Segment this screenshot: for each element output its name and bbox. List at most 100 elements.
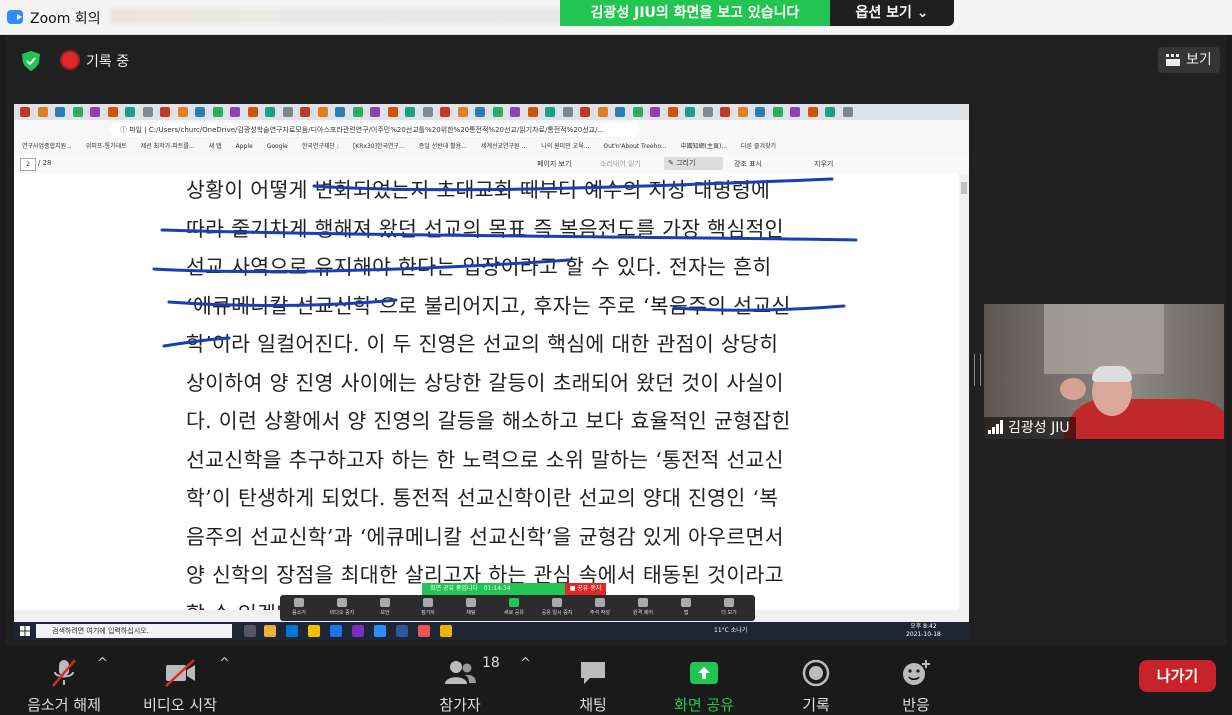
browser-tab[interactable] [107,107,118,117]
browser-tab[interactable] [20,107,30,117]
erase-button[interactable]: 지우기 [814,159,833,169]
browser-tab[interactable] [842,107,853,117]
browser-tab[interactable] [370,107,380,117]
browser-tab[interactable] [597,107,608,117]
browser-tab[interactable] [37,107,48,117]
mini-toolbar-item[interactable]: 채팅 [454,598,488,616]
bookmark-item[interactable]: 종일 선반데 활용... [419,143,467,150]
mini-toolbar-item[interactable]: 보안 [368,598,402,616]
browser-tab[interactable] [440,107,450,117]
browser-tab[interactable] [72,107,83,117]
browser-tab-bar[interactable] [14,104,969,120]
start-video-button[interactable]: 비디오 시작 [136,658,224,715]
bookmark-item[interactable]: 새 탭 [209,143,222,150]
bookmark-item[interactable]: Out'n'About Treeho... [603,143,666,150]
page-view-button[interactable]: 페이지 보기 [537,159,571,169]
browser-tab[interactable] [527,107,538,117]
browser-tab[interactable] [90,107,100,117]
chrome-icon[interactable] [418,625,430,637]
browser-tab[interactable] [720,107,730,117]
mini-toolbar-item[interactable]: 참가자 [411,598,445,616]
highlight-button[interactable]: 강조 표시 [734,159,762,169]
browser-tab[interactable] [702,107,713,117]
taskbar-search-input[interactable]: 검색하려면 여기에 입력하십시오. [36,624,232,638]
kakaotalk-icon[interactable] [308,625,320,637]
pdf-scrollbar[interactable] [959,174,969,614]
browser-tab[interactable] [405,107,415,117]
view-button[interactable]: 보기 [1158,47,1220,73]
browser-tab[interactable] [300,107,310,117]
participants-button[interactable]: 참가자 [430,658,490,715]
bookmark-item[interactable]: 세계선교연구원 ... [481,143,527,150]
windows-start-icon[interactable] [20,626,30,636]
participants-options-chevron-icon[interactable]: ^ [520,656,531,671]
record-button[interactable]: 기록 [791,658,841,715]
browser-tab[interactable] [580,107,590,117]
browser-tab[interactable] [335,107,345,117]
security-shield-icon[interactable] [22,51,40,71]
mini-toolbar-item[interactable]: 원격 제어 [626,598,660,616]
mini-toolbar-item[interactable]: 공유 일시 중지 [540,598,574,616]
browser-tab[interactable] [55,107,65,117]
browser-tab[interactable] [457,107,468,117]
address-input[interactable]: ⓘ 파일 | C:/Users/churc/OneDrive/김광성학술연구자료… [110,123,640,137]
browser-tab[interactable] [195,107,205,117]
browser-tab[interactable] [422,107,433,117]
page-number-input[interactable]: 2 [20,158,36,171]
browser-tab[interactable] [212,107,223,117]
bookmark-item[interactable]: 한국연구재단 : [302,143,339,150]
browser-tab[interactable] [177,107,188,117]
bookmark-item[interactable]: 제션 최저가-파트를... [141,143,195,150]
browser-tab[interactable] [492,107,503,117]
bookmark-item[interactable]: Apple [236,143,253,150]
read-aloud-button[interactable]: 소리내어 읽기 [600,159,641,169]
browser-tab[interactable] [142,107,153,117]
bookmark-item[interactable]: [KRx30]한국연구... [353,143,405,150]
mini-toolbar-item[interactable]: 앱 [669,598,703,616]
browser-tab[interactable] [772,107,783,117]
browser-tab[interactable] [667,107,678,117]
browser-tab[interactable] [825,107,835,117]
video-options-chevron-icon[interactable]: ^ [219,656,230,671]
bookmark-item[interactable]: 연구사업종합지원... [22,143,72,150]
share-screen-button[interactable]: 화면 공유 [667,658,741,715]
browser-tab[interactable] [562,107,573,117]
file-explorer-icon[interactable] [264,625,276,637]
browser-tab[interactable] [685,107,695,117]
mini-toolbar-item[interactable]: 더 보기 [712,598,746,616]
browser-tab[interactable] [510,107,520,117]
leave-meeting-button[interactable]: 나가기 [1139,660,1216,692]
browser-tab[interactable] [650,107,660,117]
browser-tab[interactable] [387,107,398,117]
task-view-icon[interactable] [244,625,256,637]
reactions-button[interactable]: 반응 [891,658,941,715]
browser-tab[interactable] [790,107,800,117]
bookmark-item[interactable]: Google [267,143,288,150]
notes-icon[interactable] [440,625,452,637]
mini-toolbar-item[interactable]: 주석 작성 [583,598,617,616]
bookmark-item[interactable]: 위피프-통가데트 [86,143,127,150]
browser-icon[interactable] [330,625,342,637]
bookmark-item[interactable]: 다른 즐겨찾기 [741,143,776,150]
browser-tab[interactable] [282,107,293,117]
chat-button[interactable]: 채팅 [565,658,621,715]
panel-resize-handle[interactable] [974,354,981,386]
edge-icon[interactable] [286,625,298,637]
browser-tab[interactable] [475,107,485,117]
browser-tab[interactable] [807,107,818,117]
browser-tab[interactable] [247,107,258,117]
browser-tab[interactable] [737,107,748,117]
zoom-taskbar-icon[interactable] [374,625,386,637]
word-icon[interactable] [396,625,408,637]
browser-tab[interactable] [755,107,765,117]
bookmark-item[interactable]: 나의 원미민 교육... [541,143,589,150]
bookmark-item[interactable]: 中國知網(主頁)... [681,143,727,150]
onenote-icon[interactable] [352,625,364,637]
mini-toolbar-item[interactable]: 새로 공유 [497,598,531,616]
unmute-button[interactable]: 음소거 해제 [20,658,108,715]
view-options-button[interactable]: 옵션 보기 ⌄ [830,0,954,26]
stop-share-button[interactable]: ■ 공유 중지 [565,583,606,595]
browser-tab[interactable] [125,107,135,117]
browser-tab[interactable] [265,107,275,117]
mini-toolbar-item[interactable]: 음소거 [282,598,316,616]
